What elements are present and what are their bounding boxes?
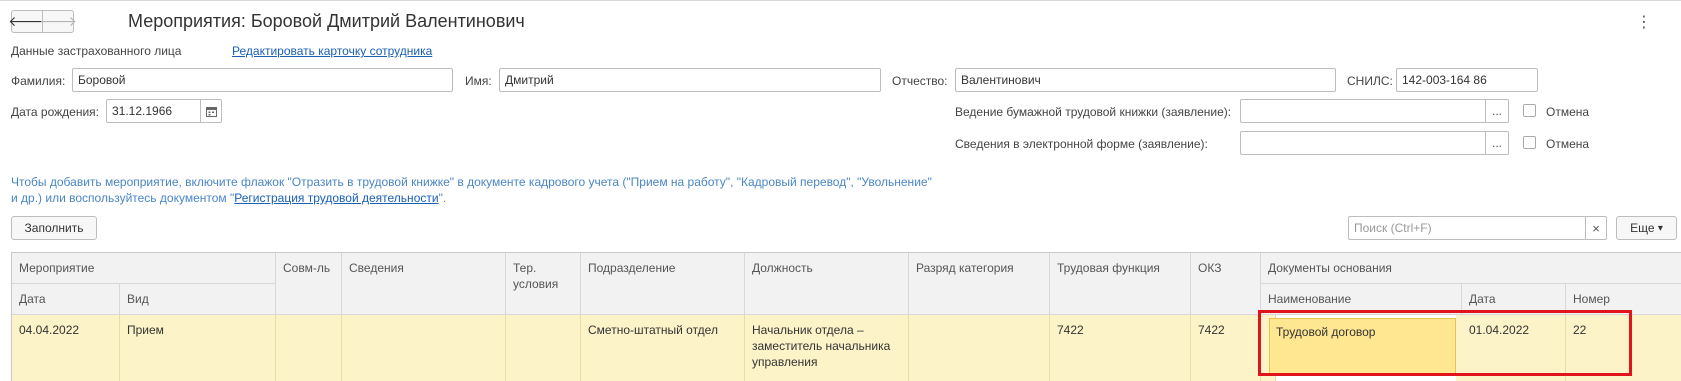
column-header-position[interactable]: Должность bbox=[745, 253, 909, 315]
snils-field[interactable]: 142-003-164 86 bbox=[1396, 68, 1538, 92]
hint-line-2: и др.) или воспользуйтесь документом "Ре… bbox=[11, 190, 1021, 206]
snils-label: СНИЛС: bbox=[1347, 74, 1393, 88]
paper-book-cancel-checkbox[interactable] bbox=[1523, 104, 1536, 117]
column-header-date[interactable]: Дата bbox=[12, 284, 120, 315]
electronic-select-button[interactable]: ... bbox=[1486, 131, 1509, 155]
cell-combined[interactable] bbox=[276, 315, 342, 381]
window-top-border bbox=[0, 0, 1681, 1]
surname-label: Фамилия: bbox=[11, 74, 66, 88]
cell-date[interactable]: 04.04.2022 bbox=[12, 315, 120, 381]
paper-book-cancel-label: Отмена bbox=[1546, 105, 1590, 119]
close-icon: × bbox=[1592, 220, 1600, 236]
forward-arrow-icon: 🡒 bbox=[39, 14, 77, 30]
hint-line-2-prefix: и др.) или воспользуйтесь документом " bbox=[11, 191, 235, 205]
hint-text: Чтобы добавить мероприятие, включите фла… bbox=[11, 174, 1021, 206]
cell-territory[interactable] bbox=[506, 315, 581, 381]
electronic-cancel-checkbox[interactable] bbox=[1523, 136, 1536, 149]
column-header-grade[interactable]: Разряд категория bbox=[909, 253, 1050, 315]
cell-position[interactable]: Начальник отдела – заместитель начальник… bbox=[745, 315, 909, 381]
search-input[interactable]: Поиск (Ctrl+F) bbox=[1348, 216, 1586, 240]
electronic-field[interactable] bbox=[1240, 131, 1486, 155]
column-header-kind[interactable]: Вид bbox=[120, 284, 276, 315]
patronymic-field[interactable]: Валентинович bbox=[955, 68, 1336, 92]
electronic-cancel-label: Отмена bbox=[1546, 137, 1590, 151]
annotation-highlight-box bbox=[1258, 310, 1632, 376]
fill-button[interactable]: Заполнить bbox=[11, 216, 97, 240]
column-header-event[interactable]: Мероприятие bbox=[12, 253, 276, 284]
patronymic-label: Отчество: bbox=[892, 74, 948, 88]
surname-field[interactable]: Боровой bbox=[72, 68, 453, 92]
electronic-label: Сведения в электронной форме (заявление)… bbox=[955, 137, 1208, 151]
column-header-docs[interactable]: Документы основания bbox=[1261, 253, 1681, 284]
cell-kind[interactable]: Прием bbox=[120, 315, 276, 381]
cell-department[interactable]: Сметно-штатный отдел bbox=[581, 315, 745, 381]
cell-okz[interactable]: 7422 bbox=[1191, 315, 1261, 381]
hint-line-1: Чтобы добавить мероприятие, включите фла… bbox=[11, 175, 932, 189]
more-actions-button[interactable]: Еще ▾ bbox=[1616, 216, 1677, 240]
calendar-button[interactable] bbox=[201, 99, 222, 123]
column-header-labor-function[interactable]: Трудовая функция bbox=[1050, 253, 1191, 315]
paper-book-select-button[interactable]: ... bbox=[1486, 99, 1509, 123]
column-header-info[interactable]: Сведения bbox=[342, 253, 506, 315]
column-header-department[interactable]: Подразделение bbox=[581, 253, 745, 315]
cell-grade[interactable] bbox=[909, 315, 1050, 381]
more-menu-icon[interactable]: ⋮ bbox=[1636, 12, 1652, 31]
name-label: Имя: bbox=[465, 74, 492, 88]
paper-book-field[interactable] bbox=[1240, 99, 1486, 123]
chevron-down-icon: ▾ bbox=[1657, 222, 1663, 234]
hint-line-2-suffix: ". bbox=[438, 191, 447, 205]
birth-date-field[interactable]: 31.12.1966 bbox=[106, 99, 201, 123]
column-header-okz[interactable]: ОКЗ bbox=[1191, 253, 1261, 315]
name-field[interactable]: Дмитрий bbox=[499, 68, 881, 92]
column-header-combined[interactable]: Совм-ль bbox=[276, 253, 342, 315]
calendar-icon bbox=[205, 106, 217, 117]
edit-employee-card-link[interactable]: Редактировать карточку сотрудника bbox=[232, 44, 432, 58]
cell-info[interactable] bbox=[342, 315, 506, 381]
forward-button[interactable]: 🡒 bbox=[39, 10, 77, 33]
paper-book-label: Ведение бумажной трудовой книжки (заявле… bbox=[955, 105, 1232, 119]
back-button[interactable]: 🡐 bbox=[8, 10, 46, 33]
search-clear-button[interactable]: × bbox=[1586, 216, 1607, 240]
cell-labor-function[interactable]: 7422 bbox=[1050, 315, 1191, 381]
insured-section-label: Данные застрахованного лица bbox=[11, 44, 182, 58]
more-actions-label: Еще bbox=[1630, 221, 1655, 235]
column-header-territory[interactable]: Тер. условия bbox=[506, 253, 581, 315]
registration-doc-link[interactable]: Регистрация трудовой деятельности bbox=[234, 191, 438, 205]
page-title: Мероприятия: Боровой Дмитрий Валентинови… bbox=[128, 11, 525, 31]
birth-date-label: Дата рождения: bbox=[11, 105, 99, 119]
